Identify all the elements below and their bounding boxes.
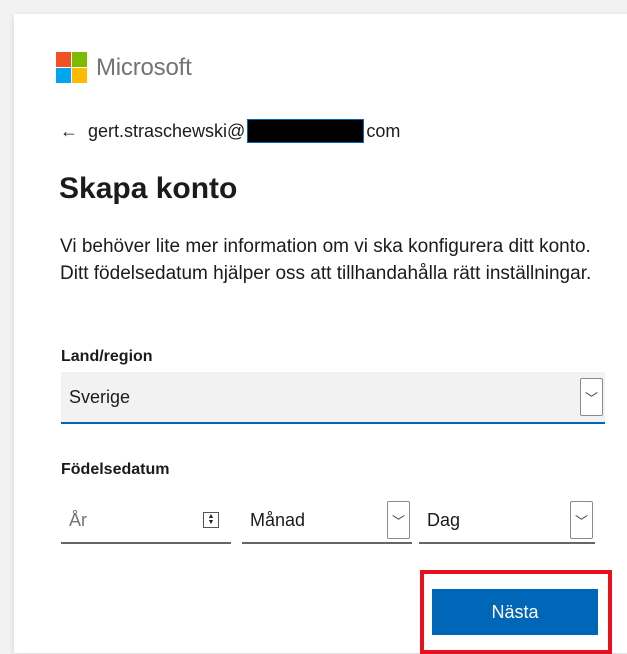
country-select[interactable]: Sverige ﹀ xyxy=(61,372,605,424)
email-redaction xyxy=(247,119,365,143)
chevron-down-icon[interactable]: ﹀ xyxy=(580,378,603,416)
page-description: Vi behöver lite mer information om vi sk… xyxy=(60,236,592,284)
country-value: Sverige xyxy=(69,386,131,407)
day-value: Dag xyxy=(427,509,461,530)
microsoft-logo-icon xyxy=(56,52,87,83)
signup-card: Microsoft ← gert.straschewski@ com Skapa… xyxy=(14,14,627,654)
country-label: Land/region xyxy=(61,348,153,365)
microsoft-logo: Microsoft xyxy=(56,52,192,83)
birthdate-label: Födelsedatum xyxy=(61,461,170,478)
year-input[interactable]: År ▲ ▼ xyxy=(61,498,231,544)
logo-square-yellow xyxy=(72,68,87,83)
back-arrow-icon[interactable]: ← xyxy=(60,121,78,142)
identity-banner: ← gert.straschewski@ com xyxy=(60,119,400,143)
month-value: Månad xyxy=(250,509,306,530)
email-suffix: com xyxy=(366,120,401,141)
chevron-down-icon[interactable]: ﹀ xyxy=(570,501,593,539)
chevron-down-icon[interactable]: ﹀ xyxy=(387,501,410,539)
day-select[interactable]: Dag ﹀ xyxy=(419,498,595,544)
logo-square-green xyxy=(72,52,87,67)
page-title: Skapa konto xyxy=(59,172,238,205)
logo-square-blue xyxy=(56,68,71,83)
brand-name: Microsoft xyxy=(96,53,192,81)
logo-square-red xyxy=(56,52,71,67)
month-select[interactable]: Månad ﹀ xyxy=(242,498,412,544)
spinner-icon[interactable]: ▲ ▼ xyxy=(203,512,219,528)
year-placeholder: År xyxy=(69,509,87,530)
email-prefix: gert.straschewski@ xyxy=(88,120,246,141)
next-button[interactable]: Nästa xyxy=(432,589,598,635)
